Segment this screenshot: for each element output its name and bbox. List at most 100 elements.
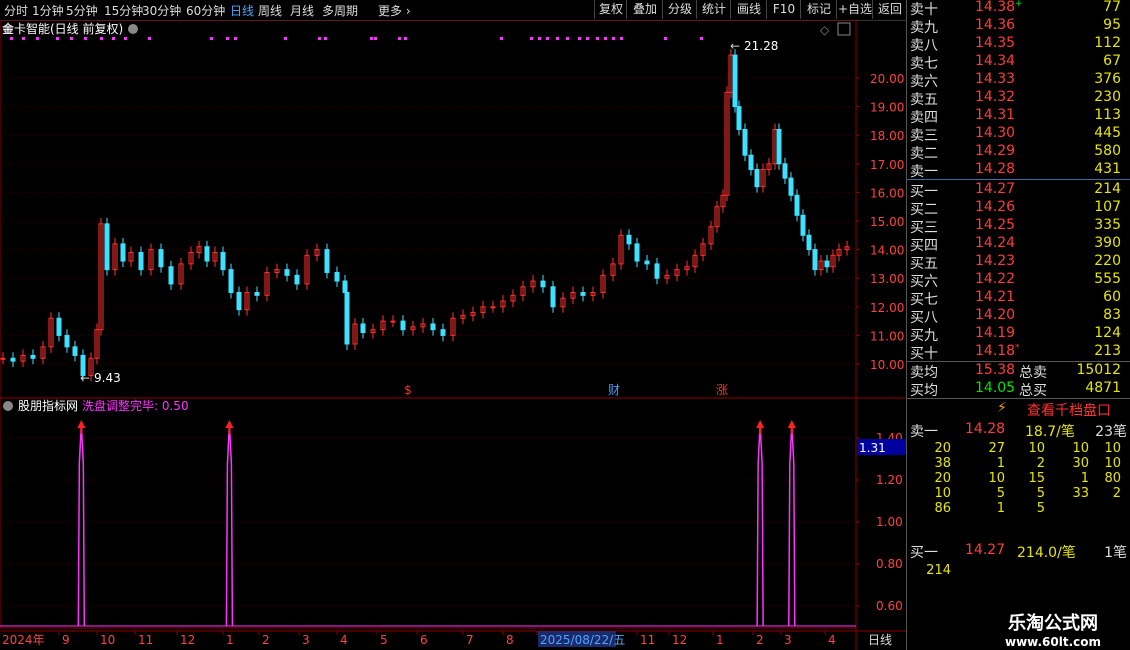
candle-body [626,234,632,245]
candle-body [72,346,78,356]
signal-dot [546,37,549,40]
buy-row-0: 买一 14.27 214 [907,181,1130,200]
maximize-icon[interactable] [837,22,851,36]
total-sell-value: 15012 [1076,362,1121,378]
sell-price: 14.36 [975,17,1016,33]
candle-body [0,357,6,360]
buy-label: 买十 [910,346,938,362]
sell-price: 14.32 [975,89,1016,105]
toolbar-button-4[interactable]: 画线 [730,0,767,19]
kline-chart[interactable]: 20.00 19.00 18.00 17.00 16.00 15.00 14.00 13.00… [0,20,906,650]
period-tab-0[interactable]: 分时 [4,2,28,19]
signal-dot [70,37,73,40]
ind-label-3: 0.80 [876,557,903,571]
queue-sell-cell: 10 [1028,441,1045,456]
buy-volume: 335 [1094,217,1121,233]
toolbar-button-3[interactable]: 统计 [696,0,731,19]
period-tab-9[interactable]: 多周期 [322,2,358,19]
toolbar-button-1[interactable]: 叠加 [626,0,663,19]
signal-dot [596,37,599,40]
price-label-10: 10.00 [870,358,904,372]
candle-body [236,292,242,311]
candle-body [824,260,830,268]
sell-volume: 67 [1103,53,1121,69]
period-tab-2[interactable]: 5分钟 [66,2,98,19]
period-tab-8[interactable]: 月线 [290,2,314,19]
buy-price: 14.25 [975,217,1016,233]
candle-body [344,292,350,345]
candle-body [634,243,640,262]
queue-sell-cell: 10 [1072,441,1089,456]
price-label-9: 11.00 [870,329,904,343]
date-label-7: 3 [302,633,310,647]
candle-body [580,292,586,296]
queue-sell-cell: 2 [1036,456,1045,471]
toolbar-button-7[interactable]: +自选 [836,0,873,19]
candle-body [806,234,812,251]
candle-body [788,177,794,196]
avg-sell-row: 卖均 15.38 总卖 15012 [907,362,1130,381]
event-marker-2: 涨 [716,382,728,397]
signal-spike-0 [77,423,86,627]
sell-volume: 376 [1094,71,1121,87]
queue-sell-cell: 80 [1104,471,1121,486]
signal-dot [10,37,13,40]
toolbar-button-5[interactable]: F10 [766,0,801,19]
period-tab-4[interactable]: 30分钟 [142,2,181,19]
sell-volume: 112 [1094,35,1121,51]
thousand-orders-button[interactable]: 查看千档盘口 [1027,400,1111,420]
dropdown-icon[interactable] [128,24,138,34]
date-label-1: 9 [62,633,70,647]
period-tab-3[interactable]: 15分钟 [104,2,143,19]
date-label-18: 3 [784,633,792,647]
price-label-1: 19.00 [870,101,904,115]
candle-body [294,274,300,285]
price-label-6: 14.00 [870,244,904,258]
price-label-2: 18.00 [870,129,904,143]
event-marker-1: 财 [608,383,620,397]
queue-buy-per: 214.0/笔 [1017,545,1076,561]
indicator-menu-icon[interactable] [3,401,13,411]
date-label-2: 10 [100,633,115,647]
period-tab-10[interactable]: 更多 › [378,2,411,19]
queue-sell-cell: 10 [1104,456,1121,471]
sell-volume: 431 [1094,161,1121,177]
period-tab-7[interactable]: 周线 [258,2,282,19]
queue-sell-cell: 10 [1104,441,1121,456]
total-buy-value: 4871 [1085,380,1121,396]
avg-sell-value: 15.38 [975,362,1016,378]
candle-body [644,260,650,265]
queue-sell-cell: 38 [934,456,951,471]
buy-price: 14.23 [975,253,1016,269]
period-tab-1[interactable]: 1分钟 [32,2,64,19]
buy-volume: 390 [1094,235,1121,251]
toolbar-button-8[interactable]: 返回 [872,0,907,19]
price-label-3: 17.00 [870,158,904,172]
toolbar-button-6[interactable]: 标记 [800,0,837,19]
buy-volume: 83 [1103,307,1121,323]
signal-dot [112,37,115,40]
ind-label-4: 0.60 [876,599,903,613]
toolbar-button-0[interactable]: 复权 [594,0,627,19]
signal-dot [84,37,87,40]
candle-body [158,249,164,268]
buy-row-4: 买五 14.23 220 [907,253,1130,272]
period-tab-6[interactable]: 日线 [230,2,254,19]
price-label-7: 13.00 [870,272,904,286]
queue-sell-cell: 1 [1080,471,1089,486]
buy-label: 买九 [910,328,938,344]
sell-label: 卖五 [910,92,938,108]
candle-body [284,269,290,276]
signal-dot [148,37,151,40]
period-tab-5[interactable]: 60分钟 [186,2,225,19]
buy-row-7: 买八 14.20 83 [907,307,1130,326]
sell-row-2: 卖八 14.35 112 [907,35,1130,54]
watermark: 乐淘公式网 www.60lt.com [988,609,1118,649]
queue-sell-cell: 27 [988,441,1005,456]
candle-body [220,251,226,271]
toolbar-button-2[interactable]: 分级 [662,0,697,19]
queue-sell-cell: 1 [996,456,1005,471]
buy-label: 买一 [910,184,938,200]
sell-volume: 445 [1094,125,1121,141]
signal-dot [500,37,503,40]
